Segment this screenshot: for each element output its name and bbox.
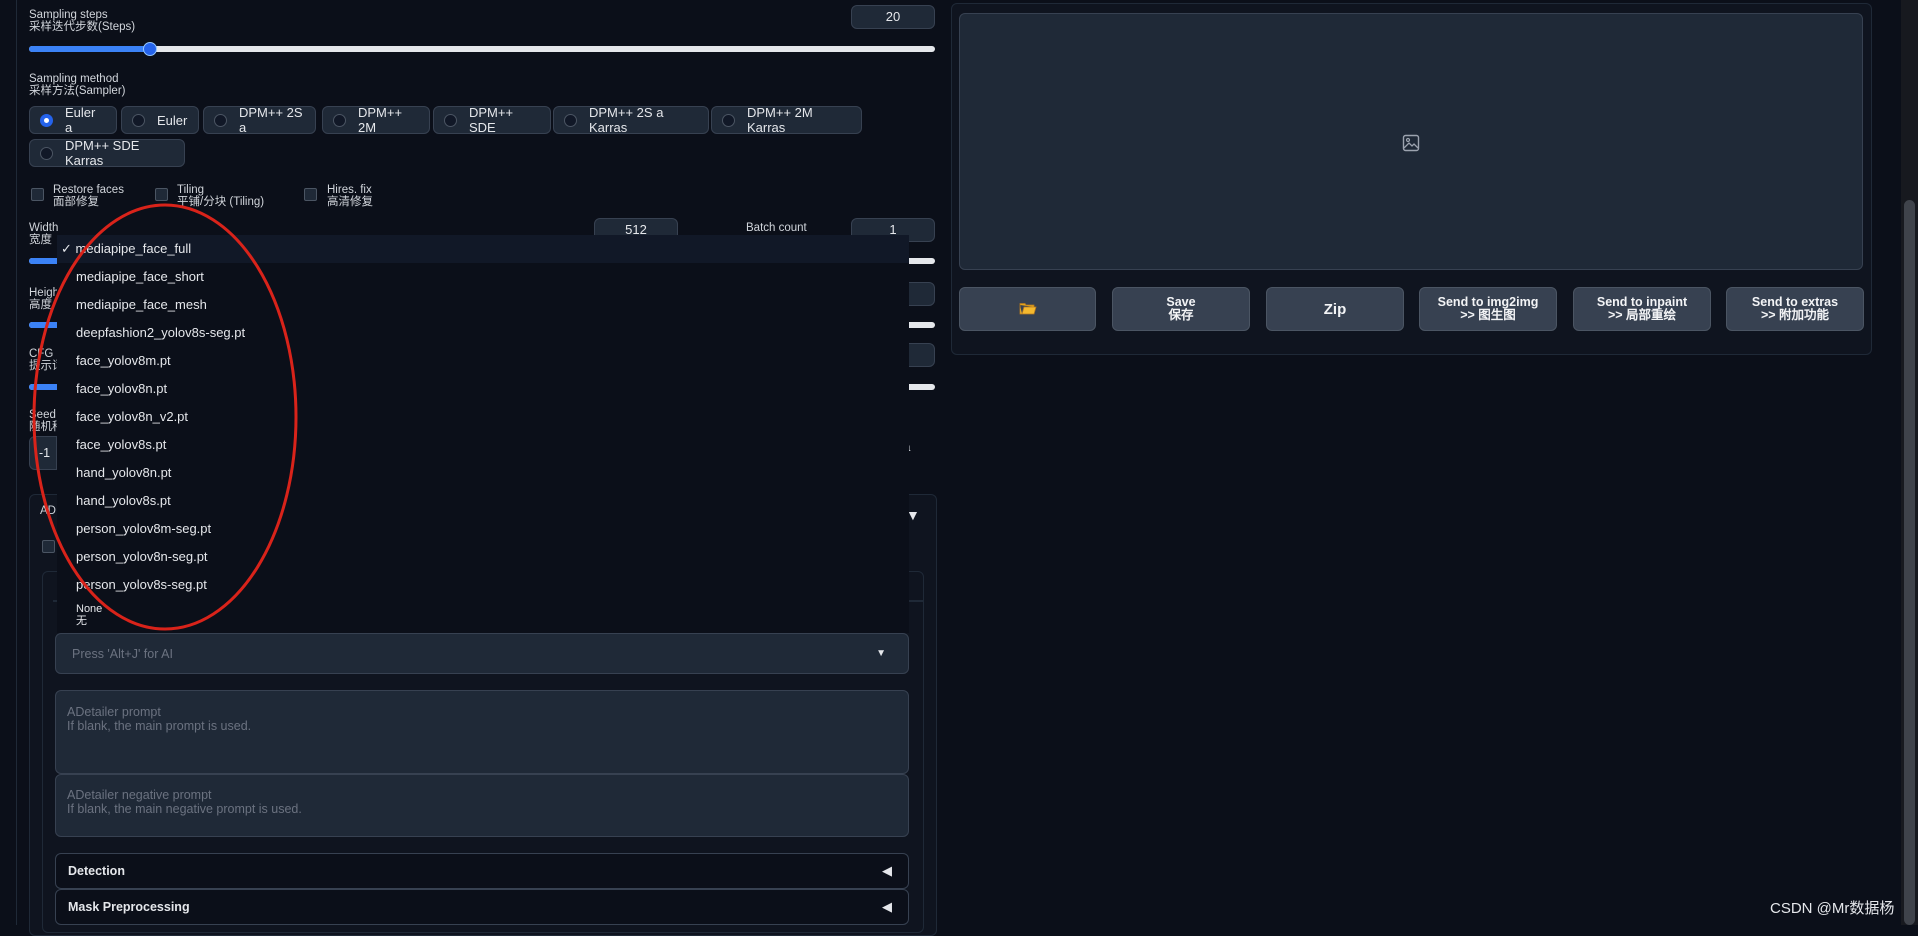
detection-accordion[interactable]: Detection ◀	[55, 853, 909, 889]
sampler-option-label: DPM++ 2M Karras	[747, 105, 813, 135]
radio-icon	[40, 146, 53, 160]
extras-button-label-zh: >> 附加功能	[1760, 308, 1830, 322]
open-folder-button[interactable]	[959, 287, 1096, 331]
output-image-area[interactable]	[959, 13, 1863, 270]
expand-arrow-icon: ◀	[882, 899, 892, 914]
sampler-option-label: DPM++ SDE	[469, 105, 514, 135]
sampler-option-label: Euler	[157, 112, 188, 128]
sampler-option-dpmsde[interactable]: DPM++ SDE	[433, 105, 551, 135]
radio-icon	[444, 113, 457, 127]
hires-fix-checkbox[interactable]	[304, 188, 317, 201]
detection-accordion-label: Detection	[68, 864, 125, 878]
annotation-ellipse	[32, 203, 298, 631]
batch-count-label: Batch count	[746, 222, 807, 234]
sampler-option-label: DPM++ 2M	[358, 105, 403, 135]
mask-accordion-label: Mask Preprocessing	[68, 900, 190, 914]
send-to-inpaint-button[interactable]: Send to inpaint >> 局部重绘	[1573, 287, 1711, 331]
sampler-option-dpm2sa[interactable]: DPM++ 2S a	[203, 105, 316, 135]
negative-placeholder-line: If blank, the main negative prompt is us…	[67, 802, 302, 816]
watermark-text: CSDN @Mr数据杨	[1770, 900, 1895, 917]
radio-icon	[333, 113, 346, 127]
send-to-extras-button[interactable]: Send to extras >> 附加功能	[1726, 287, 1864, 331]
zip-button[interactable]: Zip	[1266, 287, 1404, 331]
adetailer-prompt-textarea[interactable]: ADetailer prompt If blank, the main prom…	[55, 690, 909, 774]
sampler-option-dpm2m-karras[interactable]: DPM++ 2M Karras	[711, 105, 862, 135]
img2img-button-label-zh: >> 图生图	[1460, 308, 1516, 322]
mask-preprocessing-accordion[interactable]: Mask Preprocessing ◀	[55, 889, 909, 925]
prompt-placeholder-line: ADetailer prompt	[67, 705, 161, 719]
sampler-option-euler[interactable]: Euler	[121, 106, 199, 134]
inpaint-button-label-zh: >> 局部重绘	[1607, 308, 1677, 322]
hires-fix-label: Hires. fix 高清修复	[327, 184, 373, 208]
prompt-placeholder-line: If blank, the main prompt is used.	[67, 719, 252, 733]
sampler-option-label: DPM++ SDE Karras	[65, 138, 140, 168]
chevron-down-icon: ▼	[876, 648, 886, 659]
sampling-steps-label: Sampling steps 采样迭代步数(Steps)	[29, 9, 136, 33]
radio-icon	[722, 113, 735, 127]
sampler-option-label: Euler a	[65, 105, 96, 135]
sampling-steps-input[interactable]: 20	[851, 5, 935, 29]
radio-selected-icon	[40, 113, 53, 127]
radio-icon	[564, 113, 577, 127]
expand-arrow-icon: ◀	[882, 863, 892, 878]
sampling-steps-slider-fill	[29, 46, 150, 52]
sampler-option-dpm2sa-karras[interactable]: DPM++ 2S a Karras	[553, 105, 709, 135]
sampler-option-dpmsde-karras[interactable]: DPM++ SDE Karras	[29, 138, 185, 168]
sampler-option-dpm2m[interactable]: DPM++ 2M	[322, 105, 430, 135]
sampler-label: Sampling method 采样方法(Sampler)	[29, 73, 126, 97]
sampler-option-euler-a[interactable]: Euler a	[29, 105, 117, 135]
image-placeholder-icon	[1402, 134, 1420, 152]
send-to-img2img-button[interactable]: Send to img2img >> 图生图	[1419, 287, 1557, 331]
sampling-steps-slider-thumb[interactable]	[143, 42, 157, 56]
sampler-option-label: DPM++ 2S a	[239, 105, 303, 135]
folder-icon	[1019, 303, 1037, 315]
sampler-option-label: DPM++ 2S a Karras	[589, 105, 664, 135]
page-scrollbar[interactable]	[1901, 0, 1918, 925]
adetailer-negative-prompt-textarea[interactable]: ADetailer negative prompt If blank, the …	[55, 774, 909, 837]
radio-icon	[132, 113, 145, 127]
save-button[interactable]: Save 保存	[1112, 287, 1250, 331]
sampling-steps-slider[interactable]	[29, 42, 935, 56]
left-border	[16, 0, 17, 925]
negative-placeholder-line: ADetailer negative prompt	[67, 788, 212, 802]
radio-icon	[214, 113, 227, 127]
scrollbar-thumb[interactable]	[1904, 200, 1915, 925]
model-select-placeholder: Press 'Alt+J' for AI	[72, 646, 173, 661]
save-button-label-zh: 保存	[1168, 308, 1194, 322]
zip-button-label: Zip	[1323, 300, 1347, 318]
